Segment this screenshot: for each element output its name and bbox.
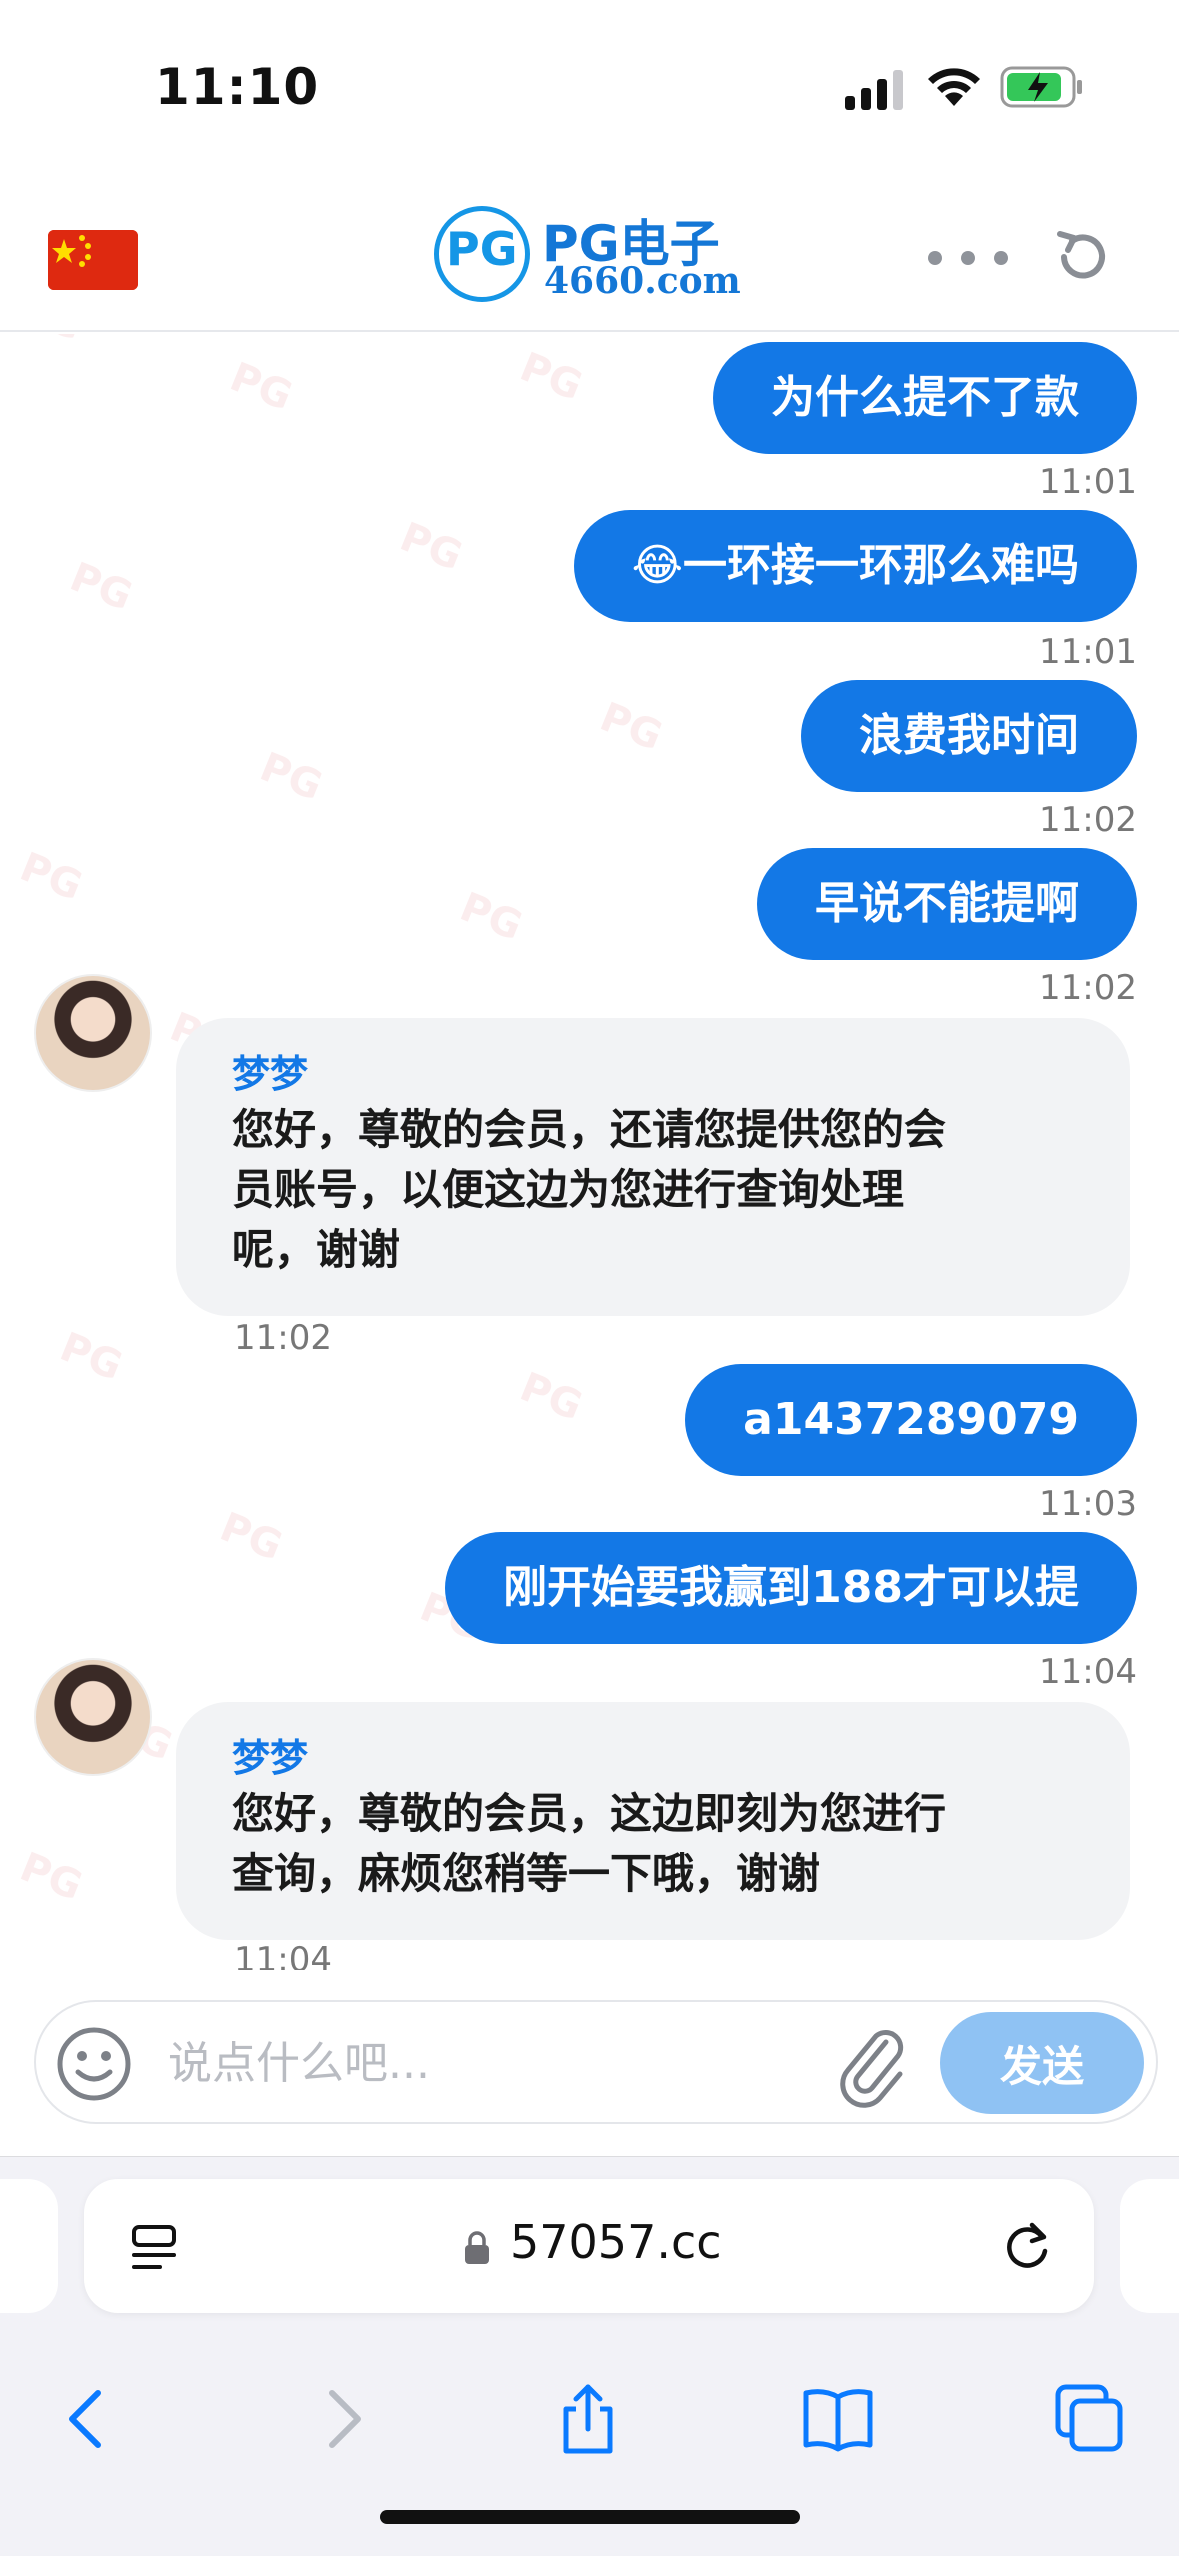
chat-input-bar: 发送 bbox=[34, 2000, 1158, 2124]
address-bar[interactable]: 57057.cc bbox=[84, 2179, 1094, 2313]
message-input[interactable] bbox=[168, 2028, 828, 2098]
message-bubble[interactable]: 为什么提不了款 bbox=[713, 342, 1137, 454]
message-outgoing[interactable]: 早说不能提啊 bbox=[757, 848, 1137, 960]
watermark: PG bbox=[453, 884, 529, 950]
message-time: 11:02 bbox=[234, 1318, 332, 1358]
share-icon[interactable] bbox=[550, 2381, 626, 2457]
watermark: PG bbox=[13, 844, 89, 910]
brand-logo: PG PG电子 4660.com bbox=[430, 200, 750, 306]
message-line: 员账号，以便这边为您进行查询处理 bbox=[232, 1165, 905, 1214]
sender-name: 梦梦 bbox=[232, 1052, 309, 1096]
logo-domain: 4660.com bbox=[544, 260, 741, 302]
watermark: PG bbox=[253, 744, 329, 810]
china-flag-icon[interactable] bbox=[48, 230, 138, 290]
message-time: 11:01 bbox=[1039, 462, 1137, 502]
home-indicator[interactable] bbox=[380, 2510, 800, 2524]
message-line: 您好，尊敬的会员，这边即刻为您进行 bbox=[232, 1789, 947, 1838]
bookmarks-icon[interactable] bbox=[800, 2381, 876, 2457]
message-outgoing[interactable]: 😂一环接一环那么难吗 bbox=[573, 510, 1137, 622]
message-time: 11:04 bbox=[234, 1940, 332, 1970]
send-button[interactable]: 发送 bbox=[940, 2012, 1144, 2114]
wifi-icon bbox=[928, 68, 980, 106]
next-tab-peek[interactable] bbox=[1120, 2179, 1179, 2313]
watermark: PG bbox=[13, 1844, 89, 1910]
watermark: PG bbox=[53, 1324, 129, 1390]
reload-icon[interactable] bbox=[998, 2217, 1056, 2275]
message-line: 您好，尊敬的会员，还请您提供您的会 bbox=[232, 1105, 947, 1154]
message-incoming[interactable]: 梦梦 您好，尊敬的会员，这边即刻为您进行 查询，麻烦您稍等一下哦，谢谢 bbox=[176, 1702, 1130, 1940]
url-text[interactable]: 57057.cc bbox=[510, 2215, 722, 2269]
message-time: 11:02 bbox=[1039, 800, 1137, 840]
message-outgoing[interactable]: 浪费我时间 bbox=[801, 680, 1137, 792]
watermark: PG bbox=[393, 514, 469, 580]
watermark: PG bbox=[223, 354, 299, 420]
message-line: 呢，谢谢 bbox=[232, 1225, 401, 1274]
logo-badge-text: PG bbox=[446, 222, 518, 276]
watermark: PG bbox=[593, 694, 669, 760]
message-time: 11:03 bbox=[1039, 1484, 1137, 1524]
paperclip-icon[interactable] bbox=[836, 2020, 912, 2108]
status-time: 11:10 bbox=[155, 58, 320, 116]
message-time: 11:01 bbox=[1039, 632, 1137, 672]
emoji-icon[interactable] bbox=[54, 2024, 134, 2104]
forward-icon[interactable] bbox=[304, 2381, 380, 2457]
browser-nav-row bbox=[0, 2357, 1179, 2477]
message-incoming[interactable]: 梦梦 您好，尊敬的会员，还请您提供您的会 员账号，以便这边为您进行查询处理 呢，… bbox=[176, 1018, 1130, 1316]
previous-tab-peek[interactable] bbox=[0, 2179, 58, 2313]
page-menu-icon[interactable] bbox=[128, 2221, 182, 2275]
agent-avatar[interactable] bbox=[34, 1658, 152, 1776]
status-bar: 11:10 bbox=[0, 0, 1179, 170]
message-bubble[interactable]: 早说不能提啊 bbox=[757, 848, 1137, 960]
message-bubble[interactable]: 刚开始要我赢到188才可以提 bbox=[445, 1532, 1137, 1644]
message-bubble[interactable]: a1437289079 bbox=[685, 1364, 1137, 1476]
more-dots-icon bbox=[928, 251, 942, 265]
watermark: PG bbox=[513, 1364, 589, 1430]
app-header: PG PG电子 4660.com bbox=[0, 170, 1179, 332]
more-options-button[interactable] bbox=[928, 238, 1008, 278]
message-bubble[interactable]: 😂一环接一环那么难吗 bbox=[573, 510, 1137, 622]
watermark: PG bbox=[63, 554, 139, 620]
tabs-icon[interactable] bbox=[1052, 2381, 1128, 2457]
lock-icon bbox=[465, 2231, 489, 2264]
message-bubble[interactable]: 浪费我时间 bbox=[801, 680, 1137, 792]
back-icon[interactable] bbox=[50, 2381, 126, 2457]
cellular-signal-icon bbox=[845, 70, 903, 110]
message-time: 11:04 bbox=[1039, 1652, 1137, 1692]
message-outgoing[interactable]: 为什么提不了款 bbox=[713, 342, 1137, 454]
sender-name: 梦梦 bbox=[232, 1736, 309, 1780]
battery-charging-icon bbox=[1000, 66, 1082, 108]
chat-message-list[interactable]: PG PG PG PG PG PG PG PG PG PG PG PG PG P… bbox=[0, 334, 1179, 1970]
message-outgoing[interactable]: a1437289079 bbox=[685, 1364, 1137, 1476]
watermark: PG bbox=[213, 1504, 289, 1570]
message-time: 11:02 bbox=[1039, 968, 1137, 1008]
watermark: PG bbox=[513, 344, 589, 410]
message-outgoing[interactable]: 刚开始要我赢到188才可以提 bbox=[445, 1532, 1137, 1644]
agent-avatar[interactable] bbox=[34, 974, 152, 1092]
browser-toolbar: 57057.cc bbox=[0, 2156, 1179, 2556]
refresh-icon[interactable] bbox=[1052, 226, 1114, 288]
watermark: PG bbox=[14, 334, 89, 350]
message-line: 查询，麻烦您稍等一下哦，谢谢 bbox=[232, 1849, 821, 1898]
